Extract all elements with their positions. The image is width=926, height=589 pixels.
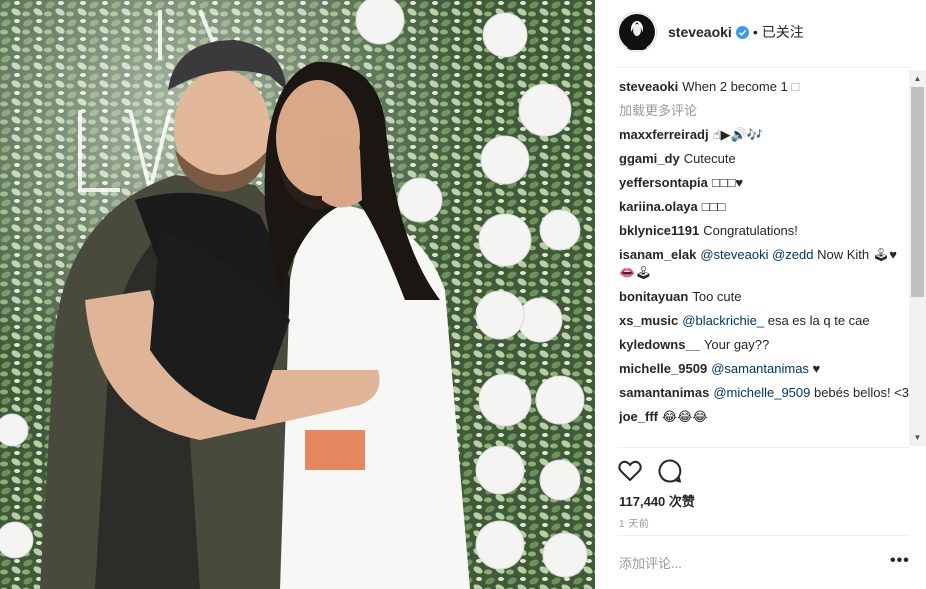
comment-text: □□□♥ xyxy=(711,175,744,190)
post-details-panel: steveaoki • 已关注 steveaoki When 2 become 1… xyxy=(595,0,926,589)
post-header: steveaoki • 已关注 xyxy=(595,0,926,64)
divider xyxy=(617,67,910,68)
comment-username[interactable]: ggami_dy xyxy=(619,151,680,166)
comment-text: esa es la q te cae xyxy=(764,313,870,328)
comment-username[interactable]: kariina.olaya xyxy=(619,199,698,214)
comment-text: Now Kith xyxy=(813,247,873,262)
comment-username[interactable]: samantanimas xyxy=(619,385,709,400)
comment-text: ♥ xyxy=(808,361,821,376)
divider xyxy=(617,447,910,448)
more-options-icon[interactable]: ••• xyxy=(890,552,910,570)
scroll-down-arrow-icon[interactable]: ▼ xyxy=(909,429,926,446)
comment-username[interactable]: kyledowns__ xyxy=(619,337,700,352)
comment-item: yeffersontapia □□□♥ xyxy=(619,174,909,192)
comment-item: joe_fff 😂😂😂 xyxy=(619,408,909,426)
add-comment-input[interactable] xyxy=(619,552,859,574)
comment-username[interactable]: steveaoki xyxy=(619,79,678,94)
comment-text: □ xyxy=(791,79,800,94)
photo-illustration xyxy=(0,0,595,589)
comment-username[interactable]: bklynice1191 xyxy=(619,223,699,238)
following-button[interactable]: 已关注 xyxy=(762,22,804,42)
avatar-image xyxy=(619,14,655,50)
post-photo[interactable] xyxy=(0,0,595,589)
comments-list[interactable]: steveaoki When 2 become 1 □ 加载更多评论 maxxfe… xyxy=(619,78,909,446)
comment-item: bonitayuan Too cute xyxy=(619,288,909,306)
comment-username[interactable]: isanam_elak xyxy=(619,247,696,262)
mention-link[interactable]: @michelle_9509 xyxy=(713,385,810,400)
comment-username[interactable]: michelle_9509 xyxy=(619,361,707,376)
like-heart-icon[interactable] xyxy=(617,458,643,484)
avatar[interactable] xyxy=(617,12,657,52)
caption: steveaoki When 2 become 1 □ xyxy=(619,78,909,96)
comment-text: 😂😂😂 xyxy=(662,409,708,424)
comment-item: isanam_elak @steveaoki @zedd Now Kith 🕹♥👄… xyxy=(619,246,909,282)
comment-username[interactable]: xs_music xyxy=(619,313,678,328)
post-timestamp: 1 天前 xyxy=(619,519,650,530)
comment-item: ggami_dy Cutecute xyxy=(619,150,909,168)
username[interactable]: steveaoki xyxy=(668,24,732,40)
likes-count[interactable]: 117,440 次赞 xyxy=(619,491,695,510)
comment-text: ☝▶🔊🎶 xyxy=(712,127,763,142)
comment-item: kyledowns__ Your gay?? xyxy=(619,336,909,354)
verified-badge-icon xyxy=(735,25,749,39)
load-more-comments-link[interactable]: 加载更多评论 xyxy=(619,102,909,120)
mention-link[interactable]: @steveaoki xyxy=(700,247,768,262)
scroll-up-arrow-icon[interactable]: ▲ xyxy=(909,70,926,87)
comment-text: When 2 become 1 xyxy=(682,79,792,94)
comment-text: bebés bellos! <3 xyxy=(810,385,909,400)
comment-username[interactable]: joe_fff xyxy=(619,409,658,424)
comment-item: bklynice1191 Congratulations! xyxy=(619,222,909,240)
separator-dot: • xyxy=(752,24,758,40)
comment-username[interactable]: yeffersontapia xyxy=(619,175,708,190)
mention-link[interactable]: @zedd xyxy=(772,247,813,262)
divider xyxy=(617,535,910,536)
comments-scrollbar[interactable]: ▲ ▼ xyxy=(909,70,926,446)
comment-item: samantanimas @michelle_9509 bebés bellos!… xyxy=(619,384,909,402)
comment-item: maxxferreiradj ☝▶🔊🎶 xyxy=(619,126,909,144)
comment-username[interactable]: maxxferreiradj xyxy=(619,127,709,142)
comment-text: Too cute xyxy=(692,289,742,304)
post-actions xyxy=(617,458,683,484)
comment-text: Congratulations! xyxy=(703,223,798,238)
comment-item: kariina.olaya □□□ xyxy=(619,198,909,216)
scrollbar-thumb[interactable] xyxy=(911,87,924,297)
mention-link[interactable]: @blackrichie_ xyxy=(682,313,764,328)
mention-link[interactable]: @samantanimas xyxy=(711,361,809,376)
comment-text: Your gay?? xyxy=(703,337,770,352)
comment-item: xs_music @blackrichie_ esa es la q te cae xyxy=(619,312,909,330)
comment-text: □□□ xyxy=(701,199,726,214)
comment-text: Cutecute xyxy=(683,151,736,166)
comment-bubble-icon[interactable] xyxy=(657,458,683,484)
comment-username[interactable]: bonitayuan xyxy=(619,289,688,304)
comment-item: michelle_9509 @samantanimas ♥ xyxy=(619,360,909,378)
